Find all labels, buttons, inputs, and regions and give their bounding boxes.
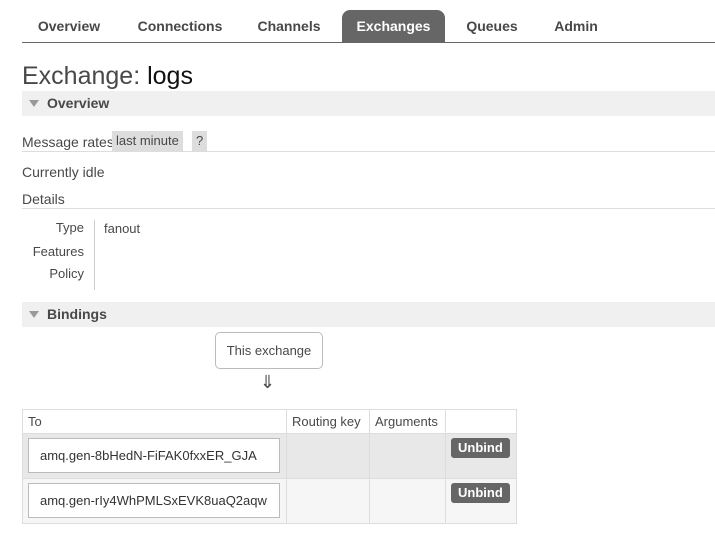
bindings-section-label: Bindings bbox=[47, 306, 107, 322]
type-label: Type bbox=[55, 220, 84, 235]
idle-status: Currently idle bbox=[22, 164, 105, 180]
divider bbox=[22, 151, 715, 152]
page-title: Exchange: logs bbox=[22, 62, 193, 91]
bindings-table: To Routing key Arguments amq.gen-8bHedN-… bbox=[22, 409, 517, 524]
down-arrow-icon: ⇓ bbox=[260, 372, 276, 392]
policy-label: Policy bbox=[49, 266, 84, 281]
routing-key-cell bbox=[286, 433, 370, 479]
collapse-triangle-icon bbox=[29, 100, 39, 107]
action-cell: Unbind bbox=[445, 433, 517, 479]
type-value: fanout bbox=[104, 221, 141, 236]
tab-channels[interactable]: Channels bbox=[244, 10, 334, 42]
table-row: amq.gen-rIy4WhPMLSxEVK8uaQ2aqw Unbind bbox=[22, 478, 517, 524]
collapse-triangle-icon bbox=[29, 311, 39, 318]
page-title-prefix: Exchange: bbox=[22, 62, 141, 90]
arguments-cell bbox=[369, 478, 446, 524]
tab-admin[interactable]: Admin bbox=[539, 10, 613, 42]
unbind-button[interactable]: Unbind bbox=[451, 438, 510, 458]
this-exchange-box: This exchange bbox=[215, 332, 323, 369]
to-cell: amq.gen-rIy4WhPMLSxEVK8uaQ2aqw bbox=[22, 478, 287, 524]
bindings-section-header[interactable]: Bindings bbox=[22, 302, 715, 327]
to-cell: amq.gen-8bHedN-FiFAK0fxxER_GJA bbox=[22, 433, 287, 479]
help-button[interactable]: ? bbox=[192, 131, 208, 151]
queue-link[interactable]: amq.gen-8bHedN-FiFAK0fxxER_GJA bbox=[28, 438, 280, 473]
tab-connections[interactable]: Connections bbox=[128, 10, 232, 42]
message-rates-label: Message rates bbox=[22, 134, 114, 150]
exchange-name: logs bbox=[147, 62, 193, 90]
unbind-button[interactable]: Unbind bbox=[451, 483, 510, 503]
rate-range-selector[interactable]: last minute bbox=[112, 131, 183, 151]
tab-queues[interactable]: Queues bbox=[453, 10, 531, 42]
main-nav-tabs: Overview Connections Channels Exchanges … bbox=[22, 10, 715, 43]
routing-key-cell bbox=[286, 478, 370, 524]
column-header-actions bbox=[445, 409, 517, 434]
column-header-routing-key: Routing key bbox=[286, 409, 370, 434]
table-row: amq.gen-8bHedN-FiFAK0fxxER_GJA Unbind bbox=[22, 433, 517, 479]
divider bbox=[22, 208, 715, 209]
overview-section-label: Overview bbox=[47, 95, 110, 111]
table-header-row: To Routing key Arguments bbox=[22, 409, 517, 434]
details-divider bbox=[94, 220, 95, 290]
arguments-cell bbox=[369, 433, 446, 479]
features-label: Features bbox=[32, 244, 84, 259]
tab-overview[interactable]: Overview bbox=[22, 10, 116, 42]
overview-section-header[interactable]: Overview bbox=[22, 91, 715, 116]
details-label: Details bbox=[22, 191, 65, 207]
column-header-arguments: Arguments bbox=[369, 409, 446, 434]
queue-link[interactable]: amq.gen-rIy4WhPMLSxEVK8uaQ2aqw bbox=[28, 483, 280, 518]
column-header-to: To bbox=[22, 409, 287, 434]
tab-exchanges[interactable]: Exchanges bbox=[342, 10, 445, 42]
action-cell: Unbind bbox=[445, 478, 517, 524]
